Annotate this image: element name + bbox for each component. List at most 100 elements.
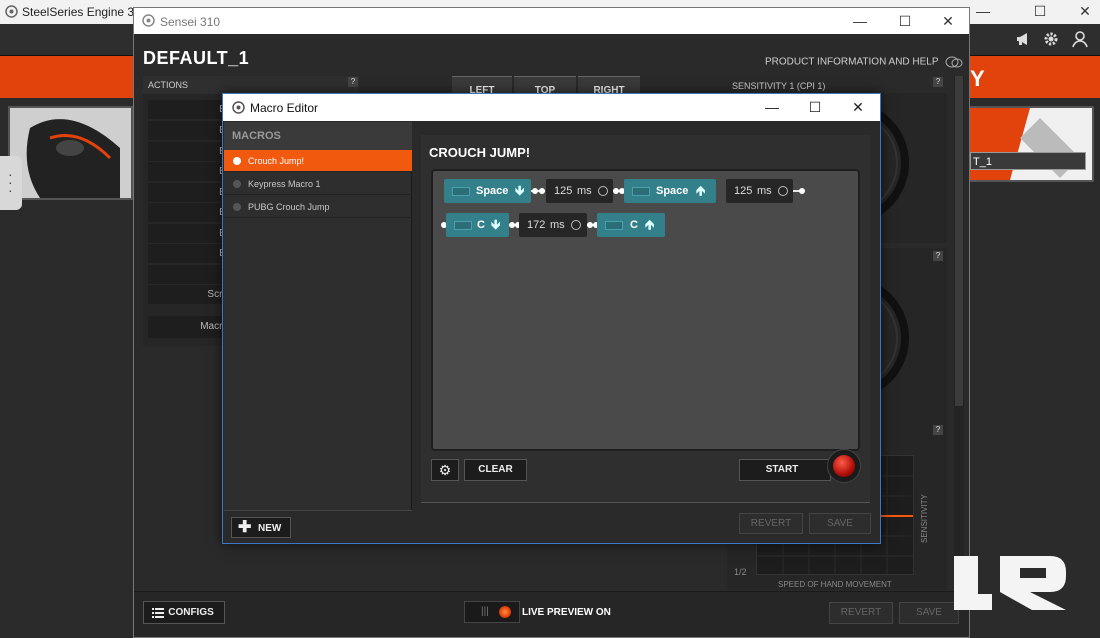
key-name: C bbox=[477, 219, 485, 231]
live-preview-label: LIVE PREVIEW ON bbox=[522, 607, 611, 618]
new-macro-button[interactable]: ✚ NEW bbox=[231, 517, 291, 538]
macro-editor-window: Macro Editor — ☐ ✕ MACROS Crouch Jump! K… bbox=[222, 93, 881, 544]
sensei-revert-button[interactable]: REVERT bbox=[829, 602, 893, 624]
macro-maximize-button[interactable]: ☐ bbox=[793, 94, 837, 121]
sensitivity2-help-icon[interactable]: ? bbox=[933, 251, 943, 261]
delay-unit: ms bbox=[550, 219, 565, 231]
macro-item-label: Keypress Macro 1 bbox=[248, 179, 321, 189]
key-block-space-down[interactable]: Space 🡻 bbox=[444, 179, 531, 203]
delay-block[interactable]: 125 ms bbox=[546, 179, 613, 203]
legit-reviews-logo-icon bbox=[954, 556, 1066, 610]
macro-list: MACROS Crouch Jump! Keypress Macro 1 PUB… bbox=[224, 122, 412, 543]
connector-knob-icon bbox=[532, 188, 538, 194]
clock-icon bbox=[571, 220, 581, 230]
sensei-close-button[interactable]: ✕ bbox=[925, 10, 971, 34]
megaphone-icon[interactable] bbox=[1016, 32, 1032, 46]
key-block-c-up[interactable]: C 🡹 bbox=[597, 213, 665, 237]
profile-title: DEFAULT_1 bbox=[143, 48, 250, 68]
macro-editor-titlebar: Macro Editor — ☐ ✕ bbox=[223, 94, 880, 121]
keyboard-icon bbox=[605, 221, 623, 230]
arrow-down-icon: 🡻 bbox=[515, 183, 525, 198]
macro-item-keypress-macro-1[interactable]: Keypress Macro 1 bbox=[224, 173, 412, 195]
macro-status-dot-icon bbox=[233, 203, 241, 211]
keyboard-icon bbox=[454, 221, 472, 230]
key-name: C bbox=[630, 219, 638, 231]
sensei-titlebar: Sensei 310 — ☐ ✕ bbox=[134, 8, 969, 34]
engine-close-button[interactable]: ✕ bbox=[1062, 0, 1100, 24]
macro-item-pubg-crouch-jump[interactable]: PUBG Crouch Jump bbox=[224, 196, 412, 218]
key-name: Space bbox=[476, 185, 509, 197]
mouse-image-icon bbox=[10, 108, 131, 198]
sensitivity-help-icon[interactable]: ? bbox=[933, 77, 943, 87]
toggle-led-icon bbox=[499, 606, 511, 618]
toggle-grip-icon: ||| bbox=[481, 606, 489, 617]
macro-list-footer: ✚ NEW bbox=[224, 510, 412, 543]
new-macro-label: NEW bbox=[258, 523, 282, 534]
sensei-scrollbar-thumb[interactable] bbox=[955, 76, 963, 406]
macro-editor-panel: CROUCH JUMP! Space 🡻 125 ms Space � bbox=[421, 135, 870, 502]
acceleration-help-icon[interactable]: ? bbox=[933, 425, 943, 435]
macro-close-button[interactable]: ✕ bbox=[836, 94, 880, 121]
arrow-up-icon: 🡹 bbox=[645, 217, 655, 232]
clock-icon bbox=[778, 186, 788, 196]
configs-button[interactable]: CONFIGS bbox=[143, 601, 225, 624]
macro-name-title: CROUCH JUMP! bbox=[429, 145, 531, 160]
side-drawer-handle[interactable]: · · · bbox=[0, 156, 22, 210]
delay-value: 172 bbox=[527, 219, 546, 231]
macro-editor-title: Macro Editor bbox=[250, 101, 319, 115]
actions-help-icon[interactable]: ? bbox=[348, 77, 358, 87]
macro-status-dot-icon bbox=[233, 157, 241, 165]
engine-device-banner-left[interactable] bbox=[0, 56, 135, 98]
connector-knob-icon bbox=[539, 188, 545, 194]
key-block-c-down[interactable]: C 🡻 bbox=[446, 213, 509, 237]
macro-revert-button[interactable]: REVERT bbox=[739, 513, 803, 534]
product-info-label: PRODUCT INFORMATION AND HELP bbox=[765, 56, 939, 68]
delay-unit: ms bbox=[577, 185, 592, 197]
sensitivity-header-label: SENSITIVITY 1 (CPI 1) bbox=[732, 81, 826, 91]
config-thumbnail-label: T_1 bbox=[970, 152, 1086, 170]
gear-icon: ⚙ bbox=[438, 462, 452, 478]
list-icon bbox=[152, 607, 164, 618]
user-icon[interactable] bbox=[1071, 30, 1089, 48]
product-info-link[interactable]: PRODUCT INFORMATION AND HELP bbox=[765, 56, 963, 68]
macro-item-label: PUBG Crouch Jump bbox=[248, 202, 330, 212]
macro-sequence-canvas[interactable]: Space 🡻 125 ms Space 🡹 125 ms C 🡻 172 ms… bbox=[431, 169, 860, 451]
delay-block[interactable]: 172 ms bbox=[519, 213, 587, 237]
delay-value: 125 bbox=[734, 185, 753, 197]
macros-header: MACROS bbox=[224, 122, 412, 150]
sensei-maximize-button[interactable]: ☐ bbox=[882, 10, 928, 34]
macro-save-button[interactable]: SAVE bbox=[809, 513, 871, 534]
sensitivity-header: SENSITIVITY 1 (CPI 1) ? bbox=[727, 76, 947, 91]
engine-title: SteelSeries Engine 3 bbox=[22, 5, 135, 19]
clock-icon bbox=[598, 186, 608, 196]
macro-minimize-button[interactable]: — bbox=[750, 94, 794, 121]
steelseries-logo-icon bbox=[232, 101, 245, 114]
config-thumbnail[interactable]: T_1 bbox=[968, 106, 1094, 182]
macro-settings-button[interactable]: ⚙ bbox=[431, 459, 459, 481]
record-icon bbox=[833, 455, 855, 477]
sensei-scrollbar[interactable] bbox=[954, 76, 964, 596]
record-button[interactable] bbox=[827, 449, 861, 483]
delay-value: 125 bbox=[554, 185, 573, 197]
engine-device-banner-right[interactable]: Y bbox=[966, 56, 1100, 98]
macro-status-dot-icon bbox=[233, 180, 241, 188]
watermark-logo bbox=[948, 552, 1070, 614]
sensei-bottom-bar: CONFIGS ||| LIVE PREVIEW ON REVERT SAVE bbox=[134, 591, 969, 637]
key-block-space-up[interactable]: Space 🡹 bbox=[624, 179, 716, 203]
key-name: Space bbox=[656, 185, 689, 197]
gear-icon[interactable] bbox=[1043, 31, 1059, 47]
delay-block[interactable]: 125 ms bbox=[726, 179, 793, 203]
help-chat-icon bbox=[945, 56, 963, 68]
connector-knob-icon bbox=[799, 188, 805, 194]
steelseries-logo-icon bbox=[142, 14, 155, 27]
sensei-title: Sensei 310 bbox=[160, 15, 221, 29]
live-preview-toggle[interactable]: ||| bbox=[464, 601, 520, 623]
start-record-button[interactable]: START bbox=[739, 459, 831, 481]
macro-item-crouch-jump[interactable]: Crouch Jump! bbox=[224, 150, 412, 172]
engine-maximize-button[interactable]: ☐ bbox=[1017, 0, 1063, 24]
sensei-minimize-button[interactable]: — bbox=[837, 10, 883, 34]
speed-axis-label: SPEED OF HAND MOVEMENT bbox=[778, 580, 892, 589]
actions-header: ACTIONS bbox=[143, 76, 359, 94]
mouse-thumbnail[interactable] bbox=[8, 106, 133, 200]
clear-button[interactable]: CLEAR bbox=[464, 459, 527, 481]
